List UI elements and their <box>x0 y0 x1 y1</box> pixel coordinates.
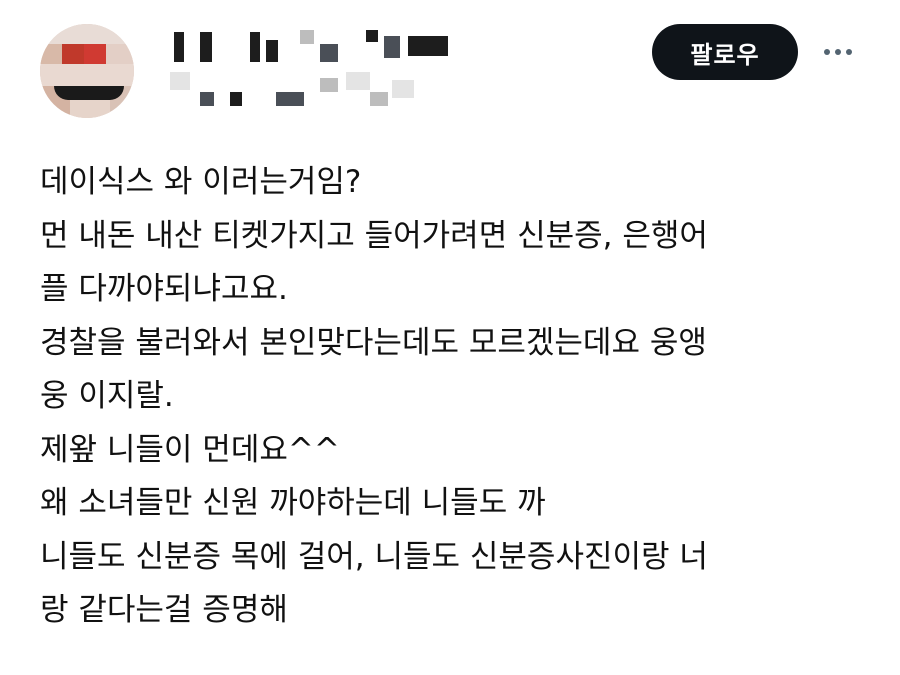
blurred-username[interactable] <box>170 26 500 116</box>
follow-button[interactable]: 팔로우 <box>652 24 798 80</box>
more-horizontal-icon[interactable] <box>818 38 858 66</box>
tweet-text: 데이식스 와 이러는거임? 먼 내돈 내산 티켓가지고 들어가려면 신분증, 은… <box>40 156 880 638</box>
tweet-text-line: 플 다까야되냐고요. <box>40 271 288 307</box>
tweet-text-line: 경찰을 불러와서 본인맞다는데도 모르겠는데요 웅앵 <box>40 324 707 361</box>
tweet-text-line: 먼 내돈 내산 티켓가지고 들어가려면 신분증, 은행어 <box>40 217 708 254</box>
avatar[interactable] <box>40 24 134 118</box>
more-dot <box>824 49 830 55</box>
tweet-text-line: 랑 같다는걸 증명해 <box>40 592 288 628</box>
tweet-card: 팔로우 데이식스 와 이러는거임? 먼 내돈 내산 티켓가지고 들어가려면 신분… <box>0 0 900 675</box>
tweet-text-line: 데이식스 와 이러는거임? <box>40 164 362 200</box>
more-dot <box>835 49 841 55</box>
more-dot <box>846 49 852 55</box>
tweet-text-line: 왜 소녀들만 신원 까야하는데 니들도 까 <box>40 485 546 521</box>
tweet-text-line: 제왚 니들이 먼데요^^ <box>40 431 340 468</box>
tweet-text-line: 웅 이지랄. <box>40 378 174 414</box>
tweet-text-line: 니들도 신분증 목에 걸어, 니들도 신분증사진이랑 너 <box>40 538 708 575</box>
